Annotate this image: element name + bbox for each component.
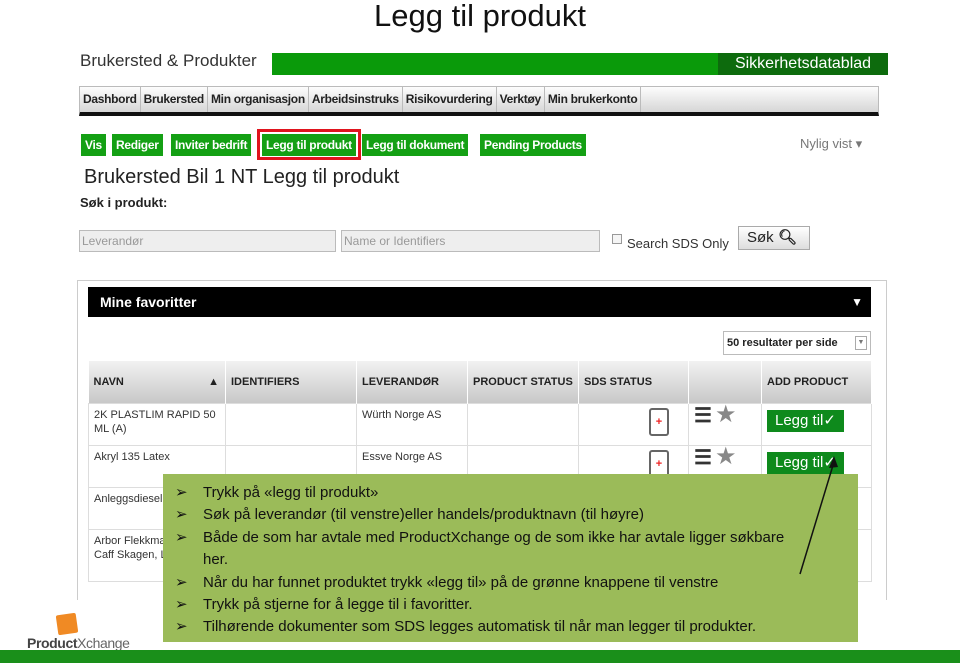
productxchange-logo: ProductXchange bbox=[27, 612, 130, 651]
pointer-arrow bbox=[799, 456, 838, 575]
footer-bar bbox=[0, 650, 960, 663]
